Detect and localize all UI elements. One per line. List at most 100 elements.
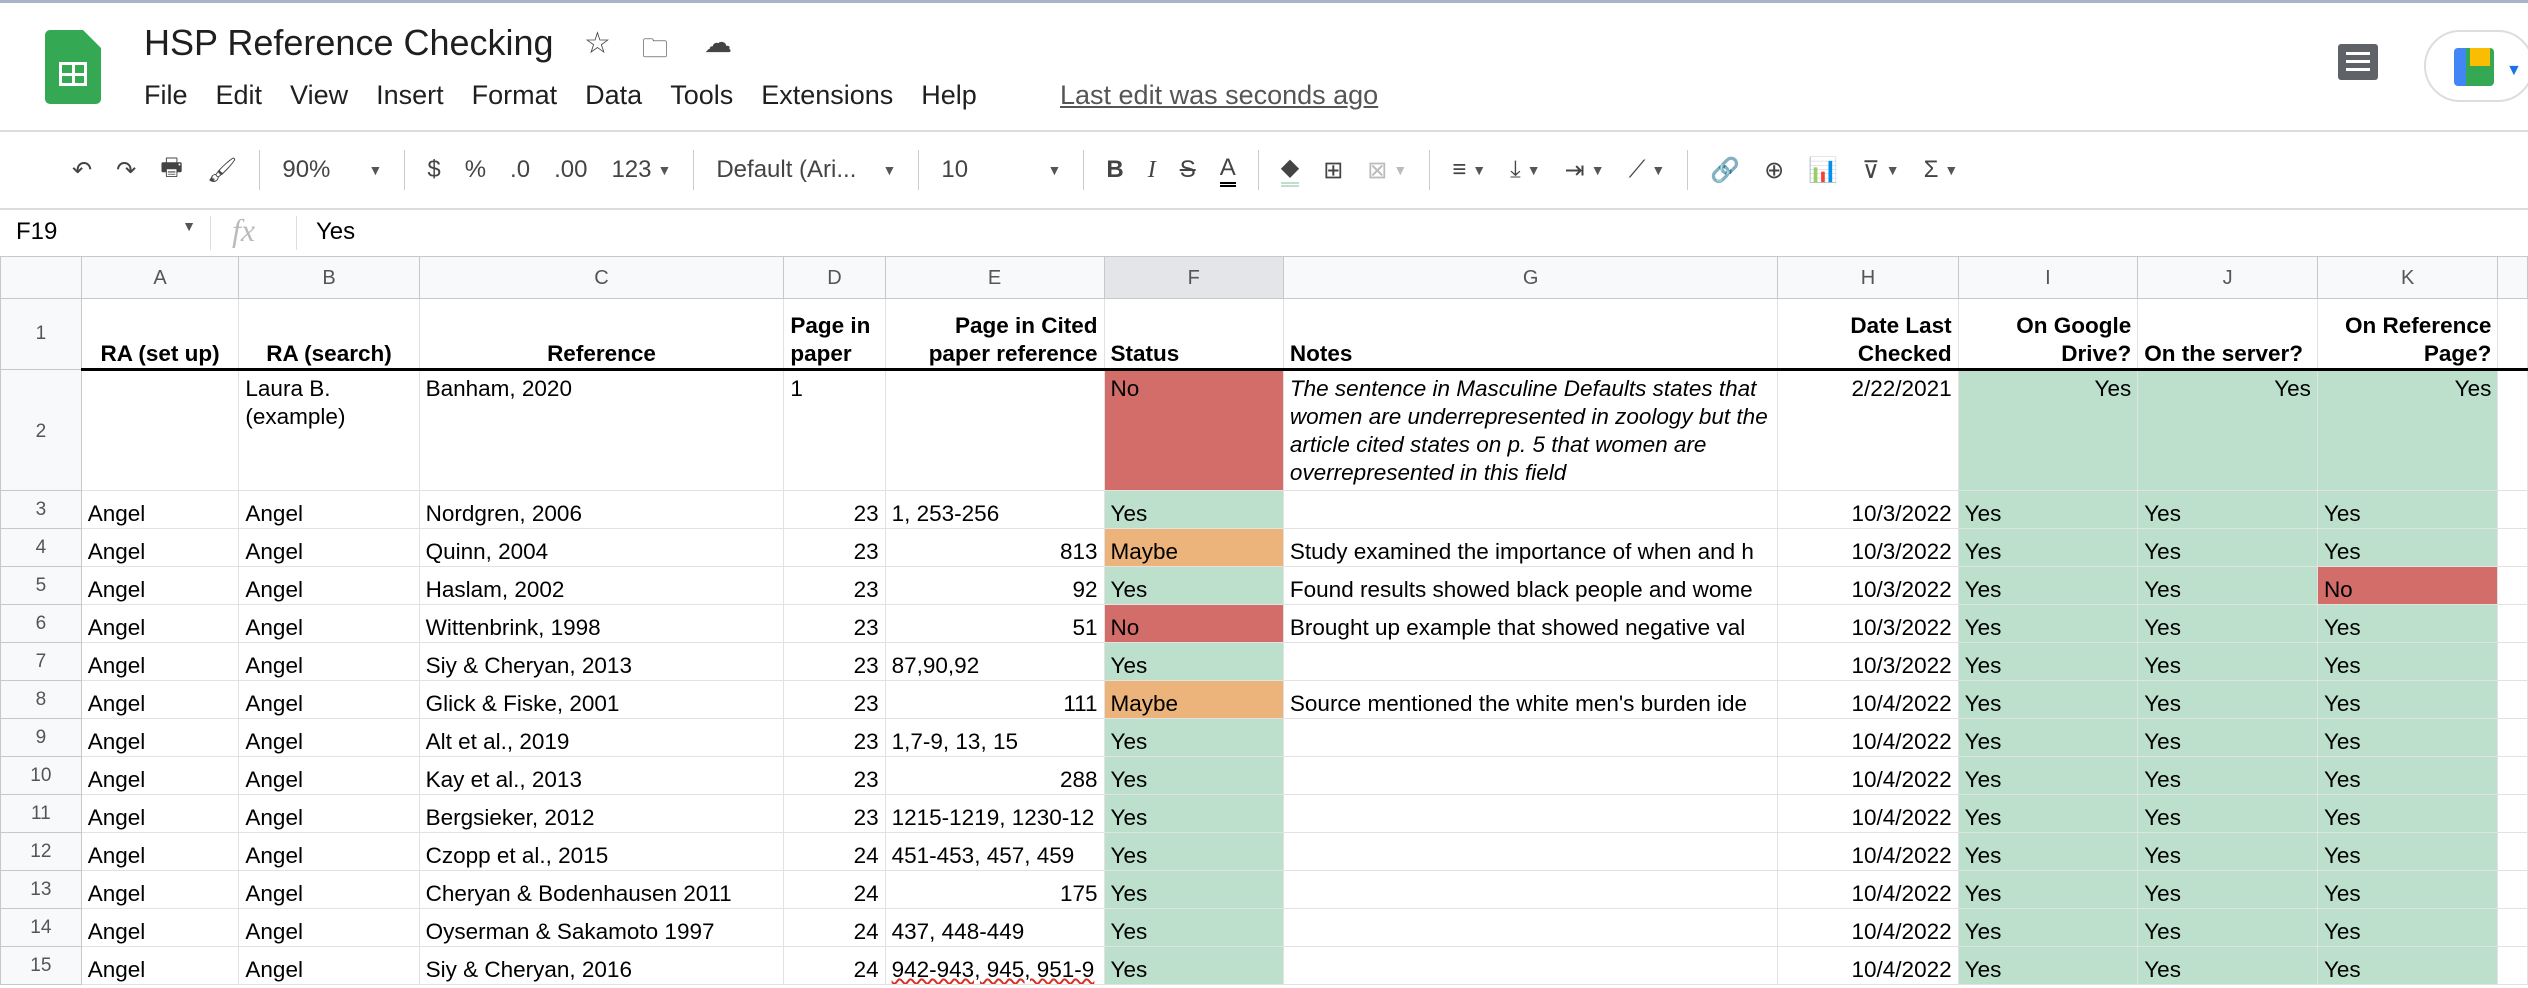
cell[interactable]: Laura B. (example) [238,369,420,491]
cell[interactable]: Yes [2137,528,2318,567]
cell[interactable]: Yes [2316,680,2499,719]
column-header-i[interactable]: I [1957,256,2139,299]
header-cell[interactable]: RA (set up) [80,298,240,371]
header-cell[interactable]: On the server? [2137,298,2318,371]
cell[interactable] [2497,794,2528,833]
cell[interactable] [80,369,240,491]
row-header[interactable]: 9 [0,718,82,757]
cell[interactable]: Yes [2316,908,2499,947]
cell[interactable]: Yes [1103,642,1284,681]
insert-link-icon[interactable]: 🔗 [1710,156,1740,185]
cell[interactable]: Yes [2137,794,2318,833]
cell[interactable]: Yes [1957,718,2139,757]
cell[interactable]: 942-943, 945, 951-9 [884,946,1105,985]
cell[interactable]: 10/4/2022 [1777,794,1959,833]
strikethrough-button[interactable]: S [1180,156,1196,184]
cell[interactable]: 10/4/2022 [1777,832,1959,871]
cell[interactable]: Yes [1957,490,2139,529]
cell[interactable]: 23 [783,794,886,833]
cell[interactable]: Yes [1103,908,1284,947]
cell[interactable]: Angel [80,566,240,605]
cell[interactable] [2497,566,2528,605]
cell[interactable]: Yes [2316,718,2499,757]
cell[interactable]: 10/3/2022 [1777,642,1959,681]
row-header[interactable]: 15 [0,946,82,985]
cell[interactable]: Yes [1103,794,1284,833]
insert-comment-icon[interactable]: ⊕ [1764,156,1784,185]
header-cell[interactable]: On Reference Page? [2316,298,2499,371]
cell[interactable]: Yes [1957,870,2139,909]
cell[interactable]: Angel [238,604,420,643]
italic-button[interactable]: I [1148,157,1156,184]
row-header[interactable]: 3 [0,490,82,529]
cell[interactable]: Yes [1957,369,2139,491]
cell[interactable]: Quinn, 2004 [418,528,785,567]
cell[interactable]: Angel [80,794,240,833]
cell[interactable]: 10/4/2022 [1777,718,1959,757]
currency-button[interactable]: $ [427,156,440,184]
print-icon[interactable]: 🖶 [160,150,183,191]
horizontal-align-icon[interactable]: ≡ ▼ [1452,156,1486,184]
meet-button[interactable]: ▼ [2424,30,2528,102]
cell[interactable]: No [1103,369,1284,491]
text-color-button[interactable]: A [1219,154,1236,187]
cell[interactable]: Yes [1957,680,2139,719]
cell[interactable]: 92 [884,566,1105,605]
cell[interactable]: Yes [2316,832,2499,871]
cell[interactable]: 175 [884,870,1105,909]
paint-format-icon[interactable]: 🖌 [207,156,237,185]
column-header-f[interactable]: F [1103,256,1284,299]
cell[interactable] [2497,946,2528,985]
header-cell[interactable]: Page in paper [783,298,886,371]
cell[interactable]: Angel [238,642,420,681]
cell[interactable]: No [2316,566,2499,605]
font-select[interactable]: Default (Ari... ▼ [716,156,896,184]
cell[interactable]: Yes [1957,794,2139,833]
text-wrap-icon[interactable]: ⇥ ▼ [1565,156,1605,185]
cell[interactable]: Kay et al., 2013 [418,756,785,795]
cell[interactable] [2497,369,2528,491]
cell[interactable]: Yes [2316,870,2499,909]
row-header[interactable]: 11 [0,794,82,833]
more-formats-button[interactable]: 123 ▼ [611,156,671,184]
cell[interactable]: Wittenbrink, 1998 [418,604,785,643]
cell[interactable]: 10/4/2022 [1777,756,1959,795]
cell[interactable]: Yes [2137,566,2318,605]
row-header[interactable]: 1 [0,298,82,370]
cell[interactable]: 23 [783,680,886,719]
cell[interactable]: Czopp et al., 2015 [418,832,785,871]
cell[interactable]: 23 [783,566,886,605]
cell[interactable]: Yes [1103,870,1284,909]
zoom-select[interactable]: 90% ▼ [282,156,382,184]
cell[interactable] [1282,794,1779,833]
cell[interactable]: Cheryan & Bodenhausen 2011 [418,870,785,909]
cell[interactable]: 10/4/2022 [1777,946,1959,985]
cell[interactable]: Angel [238,794,420,833]
cell[interactable]: Yes [2137,642,2318,681]
cell[interactable]: Yes [1957,946,2139,985]
decrease-decimal-button[interactable]: .0 [510,156,530,184]
cell[interactable] [1282,832,1779,871]
last-edit-link[interactable]: Last edit was seconds ago [1060,80,1378,111]
header-cell[interactable]: RA (search) [238,298,420,371]
header-cell[interactable]: Notes [1282,298,1779,371]
column-header-c[interactable]: C [418,256,785,299]
cell[interactable]: Brought up example that showed negative … [1282,604,1779,643]
cell[interactable]: 10/4/2022 [1777,870,1959,909]
merge-cells-icon[interactable]: ⊠ ▼ [1367,156,1407,185]
cell[interactable]: 23 [783,528,886,567]
column-header-b[interactable]: B [238,256,420,299]
percent-button[interactable]: % [465,156,486,184]
header-cell[interactable]: Page in Cited paper reference [884,298,1105,371]
cell[interactable]: 288 [884,756,1105,795]
row-header[interactable]: 8 [0,680,82,719]
cell[interactable]: 10/3/2022 [1777,490,1959,529]
row-header[interactable]: 13 [0,870,82,909]
cell[interactable]: Angel [238,680,420,719]
cell[interactable] [2497,642,2528,681]
cell[interactable]: Banham, 2020 [418,369,785,491]
menu-format[interactable]: Format [472,80,558,111]
cell[interactable]: 51 [884,604,1105,643]
cell[interactable]: Yes [2137,490,2318,529]
cell[interactable]: Haslam, 2002 [418,566,785,605]
